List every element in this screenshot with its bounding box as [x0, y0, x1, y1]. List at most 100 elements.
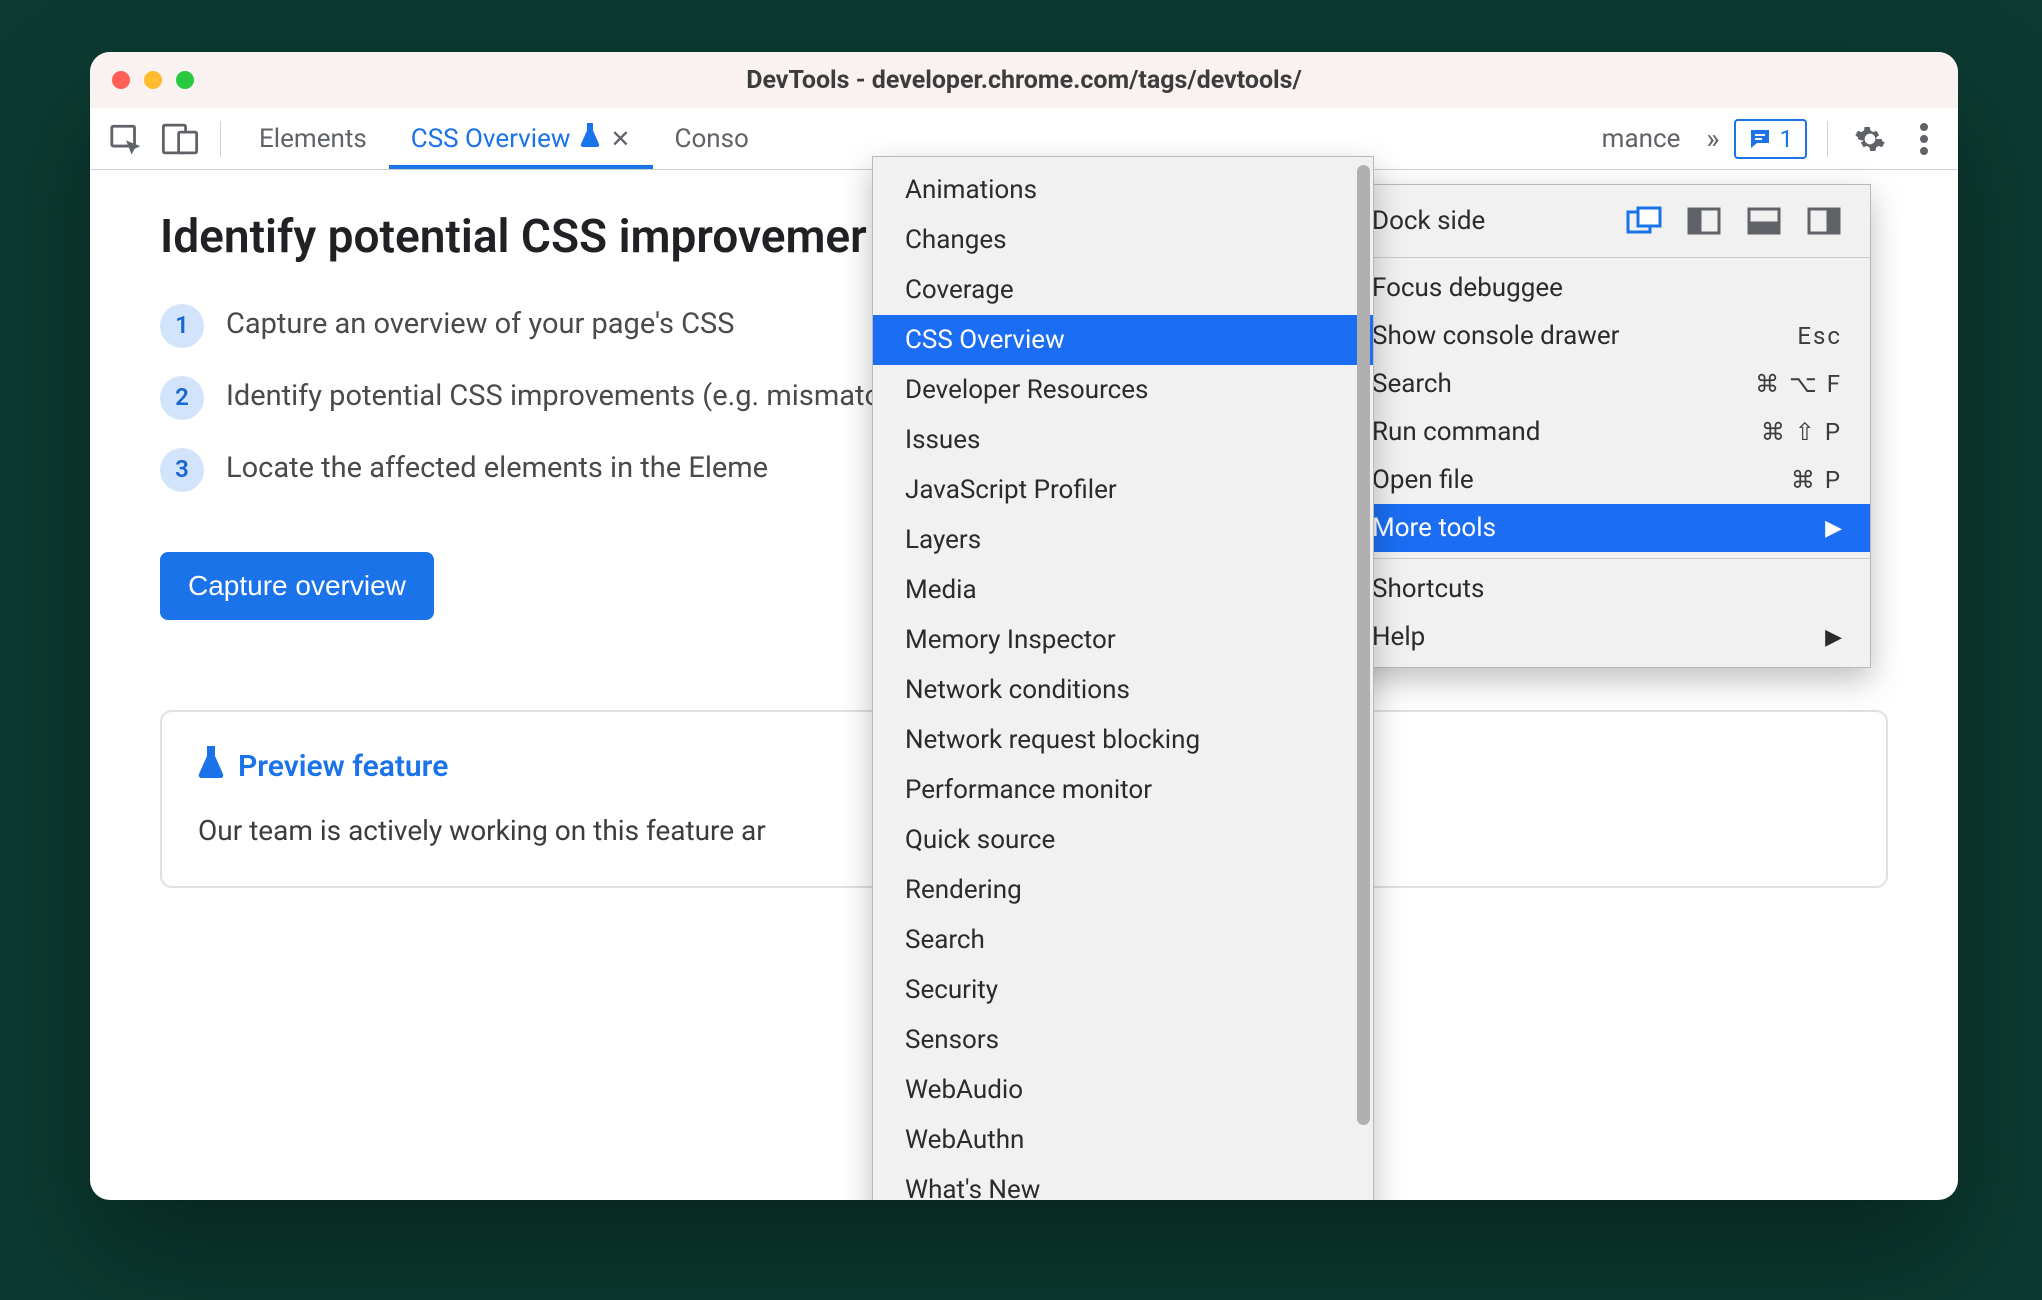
submenu-item[interactable]: Media: [873, 565, 1373, 615]
menu-focus-debuggee[interactable]: Focus debuggee: [1344, 264, 1870, 312]
menu-label: Help: [1372, 622, 1425, 652]
menu-more-tools[interactable]: More tools▶: [1344, 504, 1870, 552]
submenu-item[interactable]: Network request blocking: [873, 715, 1373, 765]
submenu-item[interactable]: Memory Inspector: [873, 615, 1373, 665]
menu-label: Show console drawer: [1372, 321, 1619, 351]
tab-console[interactable]: Conso: [653, 108, 771, 169]
submenu-label: Media: [905, 575, 977, 605]
minimize-window-button[interactable]: [144, 71, 162, 89]
submenu-label: Animations: [905, 175, 1037, 205]
scrollbar-thumb[interactable]: [1357, 165, 1370, 1125]
submenu-label: Network request blocking: [905, 725, 1200, 755]
scrollbar[interactable]: [1357, 165, 1370, 1175]
submenu-label: Rendering: [905, 875, 1022, 905]
submenu-item[interactable]: WebAudio: [873, 1065, 1373, 1115]
submenu-label: JavaScript Profiler: [905, 475, 1117, 505]
submenu-label: Quick source: [905, 825, 1055, 855]
issues-button[interactable]: 1: [1734, 119, 1808, 159]
menu-label: Run command: [1372, 417, 1540, 447]
menu-label: Focus debuggee: [1372, 273, 1563, 303]
tab-label: Conso: [675, 124, 749, 154]
submenu-item[interactable]: What's New: [873, 1165, 1373, 1200]
menu-separator: [1344, 558, 1870, 559]
submenu-label: Memory Inspector: [905, 625, 1116, 655]
tab-label: CSS Overview: [411, 124, 571, 154]
devtools-window: DevTools - developer.chrome.com/tags/dev…: [90, 52, 1958, 1200]
maximize-window-button[interactable]: [176, 71, 194, 89]
device-toggle-icon[interactable]: [156, 117, 204, 161]
settings-icon[interactable]: [1848, 117, 1892, 161]
submenu-item[interactable]: WebAuthn: [873, 1115, 1373, 1165]
submenu-label: Performance monitor: [905, 775, 1152, 805]
submenu-label: Network conditions: [905, 675, 1130, 705]
menu-show-console[interactable]: Show console drawer Esc: [1344, 312, 1870, 360]
submenu-item[interactable]: Security: [873, 965, 1373, 1015]
submenu-item[interactable]: Issues: [873, 415, 1373, 465]
chat-icon: [1748, 127, 1772, 151]
submenu-item[interactable]: Animations: [873, 165, 1373, 215]
preview-title: Preview feature: [238, 749, 448, 784]
submenu-item[interactable]: Sensors: [873, 1015, 1373, 1065]
dock-undock-icon[interactable]: [1626, 206, 1662, 236]
tab-elements[interactable]: Elements: [237, 108, 389, 169]
submenu-item[interactable]: Layers: [873, 515, 1373, 565]
dock-right-icon[interactable]: [1806, 206, 1842, 236]
submenu-item[interactable]: JavaScript Profiler: [873, 465, 1373, 515]
menu-shortcut: Esc: [1797, 322, 1842, 350]
submenu-item[interactable]: Rendering: [873, 865, 1373, 915]
submenu-item[interactable]: Quick source: [873, 815, 1373, 865]
submenu-label: Changes: [905, 225, 1007, 255]
dock-label: Dock side: [1372, 206, 1485, 236]
tab-label: mance: [1602, 124, 1681, 154]
menu-label: Shortcuts: [1372, 574, 1484, 604]
submenu-item[interactable]: Search: [873, 915, 1373, 965]
menu-label: Search: [1372, 369, 1452, 399]
submenu-label: WebAuthn: [905, 1125, 1024, 1155]
menu-open-file[interactable]: Open file⌘ P: [1344, 456, 1870, 504]
more-tabs-icon[interactable]: »: [1698, 122, 1727, 155]
window-title: DevTools - developer.chrome.com/tags/dev…: [110, 66, 1938, 95]
submenu-label: Coverage: [905, 275, 1014, 305]
submenu-label: CSS Overview: [905, 325, 1065, 355]
submenu-label: WebAudio: [905, 1075, 1023, 1105]
flask-icon: [198, 746, 224, 786]
submenu-item[interactable]: Developer Resources: [873, 365, 1373, 415]
preview-text: Our team is actively working on this fea…: [198, 814, 766, 847]
tab-css-overview[interactable]: CSS Overview ✕: [389, 108, 653, 169]
more-tools-submenu: Animations Changes Coverage CSS Overview Dev…: [872, 156, 1374, 1200]
titlebar: DevTools - developer.chrome.com/tags/dev…: [90, 52, 1958, 108]
issues-count: 1: [1780, 125, 1794, 153]
menu-search[interactable]: Search⌘ ⌥ F: [1344, 360, 1870, 408]
submenu-label: Security: [905, 975, 998, 1005]
inspect-element-icon[interactable]: [102, 117, 150, 161]
submenu-label: Sensors: [905, 1025, 999, 1055]
submenu-item[interactable]: Network conditions: [873, 665, 1373, 715]
submenu-label: Search: [905, 925, 985, 955]
separator: [1827, 121, 1828, 157]
close-window-button[interactable]: [112, 71, 130, 89]
dock-side-row: Dock side: [1344, 191, 1870, 251]
submenu-item[interactable]: Coverage: [873, 265, 1373, 315]
menu-label: More tools: [1372, 513, 1496, 543]
dock-left-icon[interactable]: [1686, 206, 1722, 236]
submenu-item[interactable]: CSS Overview: [873, 315, 1373, 365]
kebab-menu-icon[interactable]: [1902, 117, 1946, 161]
separator: [220, 121, 221, 157]
toolbar-right: 1: [1734, 117, 1947, 161]
submenu-label: Developer Resources: [905, 375, 1148, 405]
menu-help[interactable]: Help▶: [1344, 613, 1870, 661]
close-tab-icon[interactable]: ✕: [610, 125, 630, 153]
main-menu: Dock side Focus debuggee Show console dr…: [1343, 184, 1871, 668]
menu-shortcut: ⌘ P: [1791, 466, 1842, 494]
menu-shortcuts[interactable]: Shortcuts: [1344, 565, 1870, 613]
menu-separator: [1344, 257, 1870, 258]
menu-run-command[interactable]: Run command ⌘ ⇧ P: [1344, 408, 1870, 456]
submenu-item[interactable]: Changes: [873, 215, 1373, 265]
menu-shortcut: ⌘ ⇧ P: [1761, 418, 1842, 446]
submenu-label: Layers: [905, 525, 981, 555]
tab-performance[interactable]: mance: [1590, 108, 1693, 169]
submenu-item[interactable]: Performance monitor: [873, 765, 1373, 815]
tab-label: Elements: [259, 124, 367, 154]
dock-bottom-icon[interactable]: [1746, 206, 1782, 236]
capture-overview-button[interactable]: Capture overview: [160, 552, 434, 620]
